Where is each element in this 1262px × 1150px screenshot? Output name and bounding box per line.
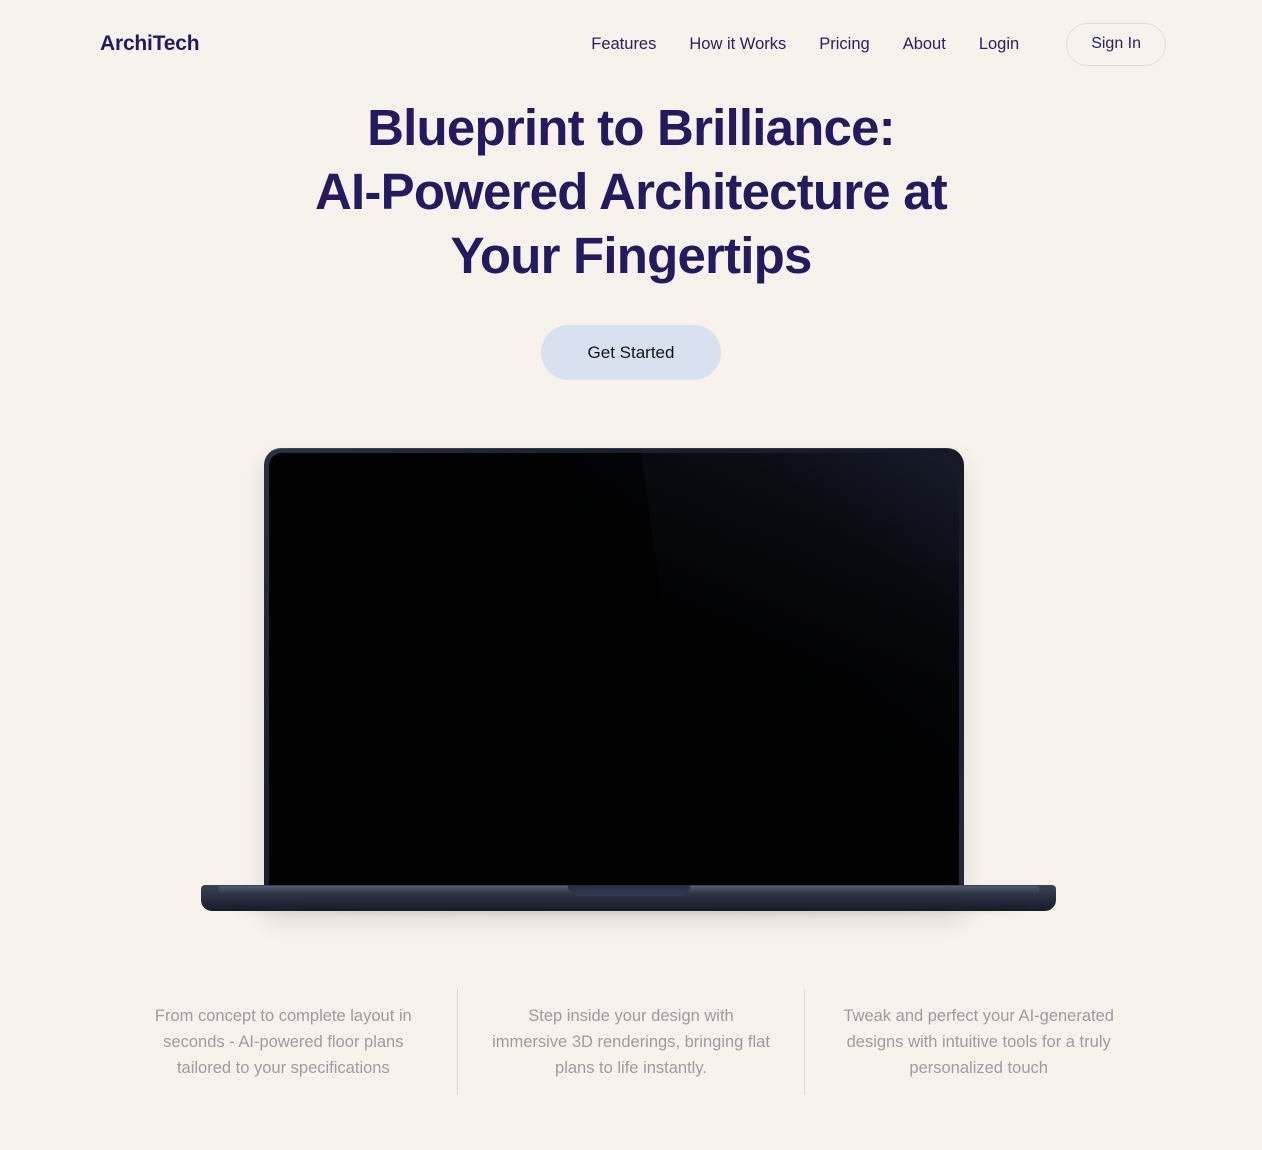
feature-text: Tweak and perfect your AI-generated desi… — [843, 1007, 1114, 1077]
nav-item-about[interactable]: About — [903, 35, 946, 54]
laptop-lid: MacBook Pro — [264, 448, 964, 911]
screen-glare-icon — [640, 453, 959, 783]
nav-item-pricing[interactable]: Pricing — [819, 35, 869, 54]
feature-text: From concept to complete layout in secon… — [154, 1007, 412, 1077]
hero-title-line-2: AI-Powered Architecture at — [315, 163, 948, 220]
sign-in-button[interactable]: Sign In — [1066, 22, 1166, 66]
brand-logo[interactable]: ArchiTech — [100, 32, 200, 56]
laptop-mockup: MacBook Pro — [186, 433, 1076, 933]
nav-item-login[interactable]: Login — [979, 35, 1019, 54]
page-title: Blueprint to Brilliance: AI-Powered Arch… — [251, 96, 1011, 288]
cta-container: Get Started — [0, 325, 1262, 380]
primary-navigation: Features How it Works Pricing About Logi… — [591, 22, 1166, 66]
nav-item-features[interactable]: Features — [591, 35, 656, 54]
feature-item-customization: Tweak and perfect your AI-generated desi… — [805, 981, 1152, 1103]
get-started-button[interactable]: Get Started — [540, 325, 722, 380]
base-shadow-icon — [231, 908, 1026, 914]
base-notch-icon — [567, 885, 690, 896]
feature-strip: From concept to complete layout in secon… — [0, 981, 1262, 1103]
nav-item-how-it-works[interactable]: How it Works — [689, 35, 786, 54]
site-header: ArchiTech Features How it Works Pricing … — [0, 0, 1262, 88]
feature-item-floor-plans: From concept to complete layout in secon… — [110, 981, 457, 1103]
hero-title-line-3: Your Fingertips — [450, 227, 812, 284]
laptop-screen — [269, 453, 959, 889]
feature-item-3d-rendering: Step inside your design with immersive 3… — [458, 981, 805, 1103]
screen-reflection-icon — [269, 453, 959, 889]
hero-title-line-1: Blueprint to Brilliance: — [367, 99, 895, 156]
feature-text: Step inside your design with immersive 3… — [492, 1007, 770, 1077]
laptop-base — [201, 885, 1056, 914]
hero-section: Blueprint to Brilliance: AI-Powered Arch… — [0, 88, 1262, 933]
